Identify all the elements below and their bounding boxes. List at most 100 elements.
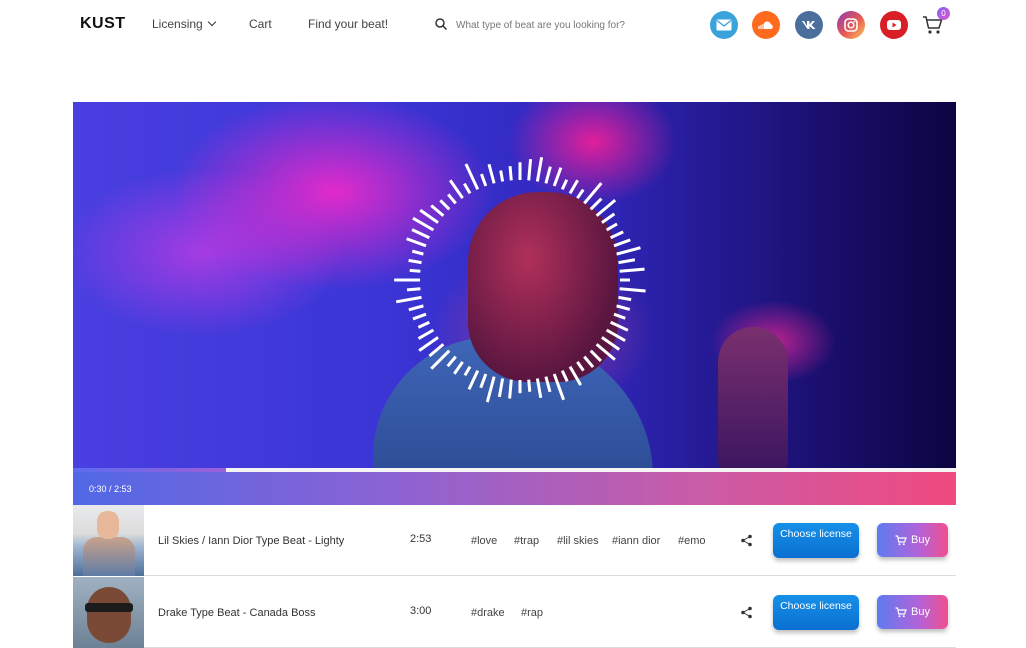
visualizer-bar xyxy=(497,378,505,398)
nav-licensing-label: Licensing xyxy=(152,17,203,31)
visualizer-bar xyxy=(463,365,472,377)
visualizer-bar xyxy=(480,173,488,187)
visualizer-bar xyxy=(411,249,424,256)
visualizer-bar xyxy=(418,336,439,352)
choose-license-button[interactable]: Choose license xyxy=(773,523,859,558)
visualizer-bar xyxy=(406,237,427,248)
nav-licensing[interactable]: Licensing xyxy=(152,17,216,31)
search-input[interactable] xyxy=(456,15,682,35)
player-bar: 0:30 / 2:53 xyxy=(73,472,956,505)
track-title[interactable]: Drake Type Beat - Canada Boss xyxy=(158,607,316,619)
visualizer-bar xyxy=(487,163,496,184)
track-tag[interactable]: #iann dior xyxy=(612,535,660,547)
visualizer-bar xyxy=(583,355,595,369)
visualizer-bar xyxy=(408,258,422,265)
youtube-icon[interactable] xyxy=(880,11,908,39)
visualizer-bar xyxy=(576,188,585,199)
visualizer-bar xyxy=(485,376,496,403)
mail-icon[interactable] xyxy=(710,11,738,39)
visualizer-bar xyxy=(395,295,422,304)
visualizer-bar xyxy=(619,267,645,273)
buy-button[interactable]: Buy xyxy=(877,595,948,629)
visualizer-bar xyxy=(605,222,618,232)
cart-icon xyxy=(895,606,907,617)
choose-license-button[interactable]: Choose license xyxy=(773,595,859,630)
visualizer-bar xyxy=(609,320,629,332)
track-tag[interactable]: #lil skies xyxy=(557,535,599,547)
visualizer-bar xyxy=(601,336,621,351)
track-tag[interactable]: #emo xyxy=(678,535,706,547)
visualizer-bar xyxy=(616,304,631,311)
visualizer-bar xyxy=(589,349,602,362)
visualizer-bar xyxy=(419,208,439,224)
visualizer-bar xyxy=(508,165,513,181)
track-cover[interactable] xyxy=(73,505,144,576)
visualizer-bar xyxy=(544,376,552,393)
visualizer-bar xyxy=(464,163,480,191)
visualizer-bar xyxy=(417,320,431,329)
nav-cart[interactable]: Cart xyxy=(249,17,272,31)
visualizer-bar xyxy=(428,343,445,358)
visualizer-bar xyxy=(412,216,435,232)
share-icon[interactable] xyxy=(740,606,753,619)
visualizer-bar xyxy=(609,230,624,240)
track-title[interactable]: Lil Skies / Iann Dior Type Beat - Lighty xyxy=(158,535,344,547)
visualizer-bar xyxy=(527,379,532,392)
search-bar xyxy=(434,15,684,35)
share-icon[interactable] xyxy=(740,534,753,547)
visualizer-bar xyxy=(535,378,543,399)
visualizer-bar xyxy=(448,179,464,199)
visualizer-bar xyxy=(499,170,505,182)
logo[interactable]: KUST xyxy=(80,15,126,33)
visualizer-bar xyxy=(616,246,641,256)
playback-time: 0:30 / 2:53 xyxy=(89,484,132,494)
visualizer-bar xyxy=(479,373,488,389)
visualizer-bar xyxy=(408,304,424,312)
visualizer-bar xyxy=(527,158,533,181)
visualizer-bar xyxy=(589,197,603,211)
search-icon[interactable] xyxy=(434,17,448,31)
buy-label: Buy xyxy=(911,606,930,618)
visualizer-bar xyxy=(412,312,427,321)
visualizer-bar xyxy=(618,258,636,265)
visualizer-bar xyxy=(508,379,513,399)
visualizer-bar xyxy=(560,179,569,191)
cart-icon xyxy=(895,534,907,545)
visualizer-bar xyxy=(544,166,552,184)
visualizer-bar xyxy=(411,228,431,240)
track-tag[interactable]: #rap xyxy=(521,607,543,619)
track-tag[interactable]: #drake xyxy=(471,607,505,619)
visualizer-bar xyxy=(568,365,583,386)
track-row[interactable]: Lil Skies / Iann Dior Type Beat - Lighty… xyxy=(73,505,956,576)
track-cover[interactable] xyxy=(73,577,144,648)
track-duration: 2:53 xyxy=(410,533,432,545)
track-tag[interactable]: #love xyxy=(471,535,497,547)
visualizer-bar xyxy=(568,179,579,195)
track-tag[interactable]: #trap xyxy=(514,535,539,547)
instagram-icon[interactable] xyxy=(837,11,865,39)
visualizer-bar xyxy=(430,204,445,217)
chevron-down-icon xyxy=(207,17,216,27)
track-duration: 3:00 xyxy=(410,605,432,617)
visualizer-bar xyxy=(453,361,464,375)
top-nav: KUST Licensing Cart Find your beat! 0 xyxy=(0,0,1026,50)
soundcloud-icon[interactable] xyxy=(752,11,780,39)
visualizer-bar xyxy=(467,369,480,391)
hero-cover-image xyxy=(73,102,956,472)
visualizer-bar xyxy=(535,157,544,182)
visualizer-bar xyxy=(619,287,646,293)
visualizer-bar xyxy=(601,212,616,224)
visualizer-bar xyxy=(576,361,585,372)
visualizer-bar xyxy=(552,373,566,401)
track-row[interactable]: Drake Type Beat - Canada Boss 3:00 #drak… xyxy=(73,577,956,648)
buy-label: Buy xyxy=(911,534,930,546)
visualizer-bar xyxy=(605,328,626,342)
vk-icon[interactable] xyxy=(795,11,823,39)
visualizer-bar xyxy=(446,355,457,368)
visualizer-bar xyxy=(613,312,626,320)
visualizer-bar xyxy=(463,182,472,195)
buy-button[interactable]: Buy xyxy=(877,523,948,557)
cart-count-badge: 0 xyxy=(937,7,950,20)
visualizer-bar xyxy=(618,295,632,302)
nav-find-beat[interactable]: Find your beat! xyxy=(308,17,388,31)
